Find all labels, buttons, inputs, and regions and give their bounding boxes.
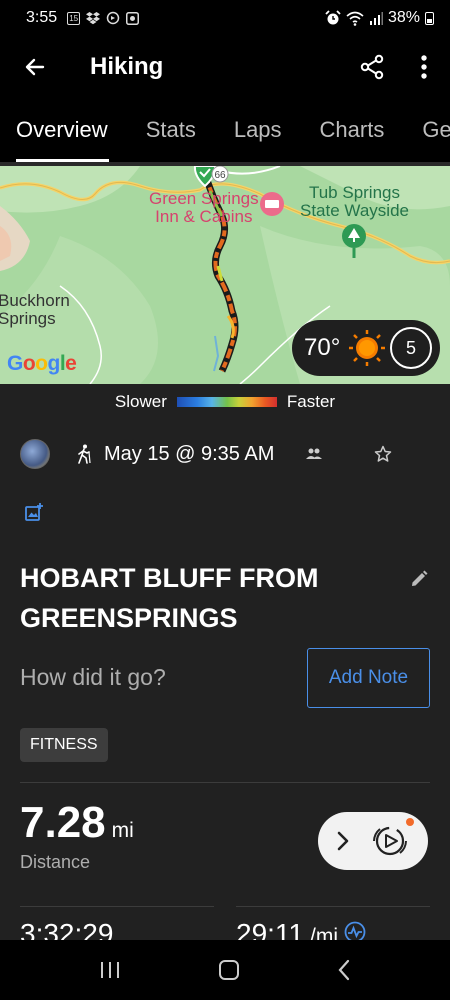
tab-gear[interactable]: Ge	[403, 98, 450, 162]
distance-value: 7.28	[20, 798, 106, 847]
star-icon[interactable]	[374, 445, 392, 463]
replay-play-icon	[373, 826, 407, 856]
pace-stat: 29:11 /mi	[236, 918, 366, 940]
tab-charts[interactable]: Charts	[301, 98, 404, 162]
chevron-right-icon	[337, 831, 349, 851]
tab-bar: Overview Stats Laps Charts Ge	[0, 98, 450, 162]
moving-time-value: 3:32:29	[20, 918, 114, 940]
pace-unit: /mi	[310, 925, 338, 940]
group-icon[interactable]	[306, 448, 323, 460]
distance-unit: mi	[111, 819, 134, 842]
add-note-button[interactable]: Add Note	[307, 648, 430, 708]
hiking-icon	[78, 444, 91, 464]
arrow-left-icon	[25, 58, 45, 76]
app-header: Hiking	[0, 36, 450, 98]
heart-rate-icon[interactable]	[344, 921, 366, 940]
wind-speed: 5	[405, 337, 416, 358]
battery-percent: 38%	[387, 9, 420, 26]
dropbox-icon	[86, 11, 101, 24]
tab-laps[interactable]: Laps	[215, 98, 301, 162]
back-button[interactable]	[0, 36, 70, 98]
speed-gradient-bar	[176, 397, 277, 407]
status-bar: 3:55 15 38%	[0, 0, 450, 36]
calendar-icon: 15	[67, 11, 81, 25]
avatar[interactable]	[20, 439, 50, 469]
distance-label: Distance	[20, 852, 91, 872]
weather-temperature: 70°	[304, 334, 341, 361]
sun-icon	[349, 330, 386, 366]
battery-icon	[425, 11, 434, 25]
home-icon[interactable]	[218, 959, 240, 981]
tab-stats[interactable]: Stats	[127, 98, 215, 162]
note-prompt: How did it go?	[20, 664, 166, 690]
more-vertical-icon	[421, 55, 427, 79]
system-nav-bar	[0, 940, 450, 1000]
app-icon	[126, 11, 140, 25]
weather-widget[interactable]: 70° 5	[292, 320, 440, 376]
activity-tag-chip[interactable]: FITNESS	[20, 728, 108, 762]
speed-legend: Slower Faster	[0, 392, 450, 412]
distance-stat: 7.28 mi	[20, 798, 134, 848]
legend-slower: Slower	[114, 392, 167, 411]
pace-value: 29:11	[236, 918, 304, 940]
map-label-buckhorn: Buckhorn Springs	[0, 291, 70, 328]
edit-pencil-icon[interactable]	[410, 570, 428, 588]
recent-apps-icon[interactable]	[99, 961, 121, 979]
activity-title[interactable]: HOBART BLUFF FROM GREENSPRINGS	[20, 558, 380, 638]
sync-icon	[106, 11, 120, 25]
divider	[20, 906, 214, 907]
add-photo-icon[interactable]	[24, 502, 44, 522]
tab-overview[interactable]: Overview	[0, 98, 127, 162]
signal-icon	[369, 12, 383, 25]
share-icon	[360, 54, 384, 80]
map-label-inn: Green Springs Inn & Cabins	[149, 189, 259, 226]
activity-details: Slower Faster May 15 @ 9:35 AM HOBART BL…	[0, 384, 450, 940]
legend-faster: Faster	[286, 392, 336, 411]
map-label-wayside: Tub Springs State Wayside	[300, 183, 409, 220]
highway-shield: 66	[214, 170, 226, 181]
route-map[interactable]: 66 Green Springs Inn & Cabins Tub Spring…	[0, 166, 450, 384]
activity-meta-row: May 15 @ 9:35 AM	[20, 438, 430, 470]
more-options-button[interactable]	[398, 36, 450, 98]
route-replay-button[interactable]	[318, 812, 428, 870]
share-button[interactable]	[346, 36, 398, 98]
activity-date: May 15 @ 9:35 AM	[104, 442, 275, 465]
notification-dot	[406, 818, 414, 826]
alarm-icon	[325, 10, 341, 25]
divider	[236, 906, 430, 907]
status-time: 3:55	[26, 9, 58, 26]
back-nav-icon[interactable]	[337, 959, 351, 981]
google-logo: Google	[7, 352, 77, 375]
page-title: Hiking	[90, 53, 164, 80]
wind-indicator: 5	[390, 327, 432, 369]
wifi-icon	[346, 11, 364, 26]
divider	[20, 782, 430, 783]
